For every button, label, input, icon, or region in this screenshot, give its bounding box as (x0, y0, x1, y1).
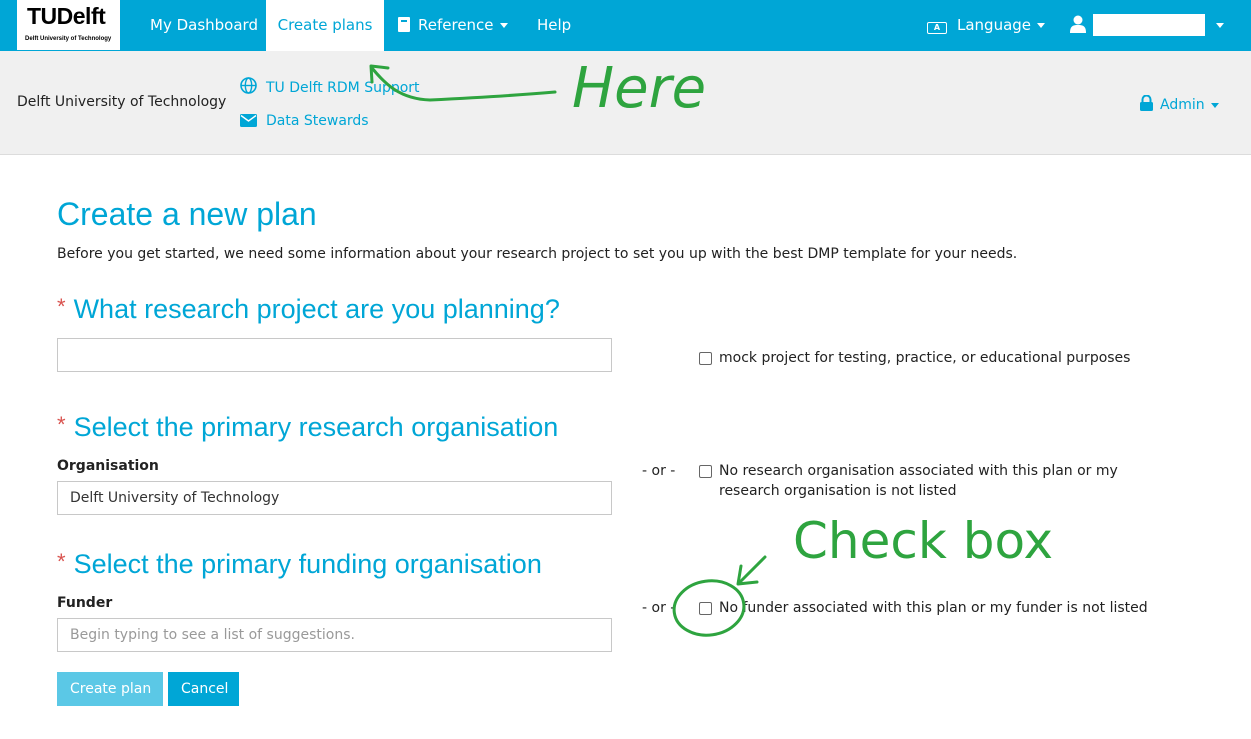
here-annotation: Here (572, 56, 707, 121)
check-box-annotation: Check box (793, 512, 1054, 570)
checkbox-circle (672, 579, 746, 637)
checkbox-arrow-line (738, 555, 767, 584)
here-arrow-line (370, 66, 557, 102)
